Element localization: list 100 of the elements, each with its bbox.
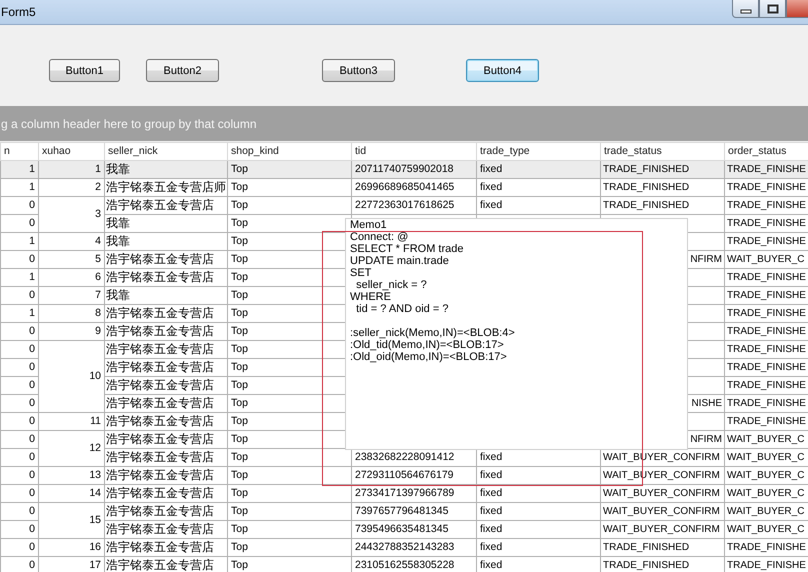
table-cell: 0: [0, 286, 38, 304]
table-cell: 11: [38, 412, 104, 430]
table-cell: 14: [38, 484, 104, 502]
table-cell: 浩宇铭泰五金专营店: [104, 250, 228, 268]
table-cell: 浩宇铭泰五金专营店师: [104, 178, 228, 196]
table-cell: 16: [38, 538, 104, 556]
table-cell: fixed: [476, 160, 600, 178]
column-header[interactable]: trade_status: [600, 142, 724, 160]
table-cell: fixed: [476, 466, 600, 484]
table-cell: 6: [38, 268, 104, 286]
table-cell: 20711740759902018: [352, 160, 476, 178]
table-cell: 7: [38, 286, 104, 304]
table-cell: Top: [228, 538, 352, 556]
table-cell: 浩宇铭泰五金专营店: [104, 358, 228, 376]
table-cell: 4: [38, 232, 104, 250]
table-cell: 浩宇铭泰五金专营店: [104, 304, 228, 322]
table-cell: 0: [0, 448, 38, 466]
table-cell: 22772363017618625: [352, 196, 476, 214]
window-title: Form5: [0, 5, 36, 19]
memo-line: :seller_nick(Memo,IN)=<BLOB:4>: [350, 327, 515, 339]
table-cell: 0: [0, 412, 38, 430]
table-cell: 9: [38, 322, 104, 340]
table-cell: 0: [0, 484, 38, 502]
table-cell: 27293110564676179: [352, 466, 476, 484]
table-cell: fixed: [476, 484, 600, 502]
table-cell: 我靠: [104, 232, 228, 250]
table-cell: 浩宇铭泰五金专营店: [104, 466, 228, 484]
column-header[interactable]: shop_kind: [228, 142, 352, 160]
table-cell: 1: [38, 160, 104, 178]
table-cell: 24432788352143283: [352, 538, 476, 556]
table-cell: Top: [228, 196, 352, 214]
table-cell: Top: [228, 466, 352, 484]
table-cell: 我靠: [104, 160, 228, 178]
column-header[interactable]: trade_type: [476, 142, 600, 160]
maximize-button[interactable]: [759, 0, 786, 18]
table-cell: TRADE_FINISHED: [600, 178, 724, 196]
table-cell: TRADE_FINISHED: [600, 160, 724, 178]
column-header[interactable]: n: [0, 142, 38, 160]
minimize-button[interactable]: [732, 0, 759, 18]
table-cell: Top: [228, 502, 352, 520]
column-header[interactable]: seller_nick: [104, 142, 228, 160]
table-cell: 0: [0, 250, 38, 268]
table-cell: TRADE_FINISHED: [600, 556, 724, 572]
table-cell: 5: [38, 250, 104, 268]
memo-line: UPDATE main.trade: [350, 255, 449, 267]
table-cell: WAIT_BUYER_CONFIRM: [600, 520, 724, 538]
table-cell: 0: [0, 502, 38, 520]
table-cell: Top: [228, 520, 352, 538]
memo-line: WHERE: [350, 291, 391, 303]
table-cell: 0: [0, 394, 38, 412]
table-cell: 浩宇铭泰五金专营店: [104, 340, 228, 358]
table-cell: 27334171397966789: [352, 484, 476, 502]
table-cell: TRADE_FINISHED: [600, 196, 724, 214]
column-header[interactable]: tid: [352, 142, 476, 160]
table-cell: 1: [0, 178, 38, 196]
button[interactable]: Button3: [322, 59, 395, 82]
table-cell: fixed: [476, 196, 600, 214]
table-cell: Top: [228, 160, 352, 178]
table-cell: 1: [0, 268, 38, 286]
table-cell: 0: [0, 376, 38, 394]
table-cell: 8: [38, 304, 104, 322]
memo-line: seller_nick = ?: [355, 279, 427, 291]
maximize-icon: [766, 4, 778, 14]
table-cell: 0: [0, 340, 38, 358]
table-cell: 12: [38, 430, 104, 466]
table-cell: fixed: [476, 502, 600, 520]
table-cell: fixed: [476, 520, 600, 538]
table-cell: 15: [38, 502, 104, 538]
button[interactable]: Button1: [49, 59, 120, 82]
button[interactable]: Button2: [146, 59, 219, 82]
table-cell: 0: [0, 322, 38, 340]
memo-line: tid = ? AND oid = ?: [355, 303, 448, 315]
table-cell: 13: [38, 466, 104, 484]
table-cell: TRADE_FINISHE: [724, 160, 808, 178]
button[interactable]: Button4: [466, 59, 539, 82]
table-cell: 0: [0, 538, 38, 556]
table-cell: Top: [228, 178, 352, 196]
memo-line: SET: [350, 267, 372, 279]
table-cell: TRADE_FINISHED: [600, 538, 724, 556]
table-cell: 浩宇铭泰五金专营店: [104, 484, 228, 502]
table-cell: 浩宇铭泰五金专营店: [104, 520, 228, 538]
table-cell: 0: [0, 556, 38, 572]
table-cell: Top: [228, 484, 352, 502]
table-cell: 浩宇铭泰五金专营店: [104, 430, 228, 448]
table-cell: 26996689685041465: [352, 178, 476, 196]
table-cell: 我靠: [104, 286, 228, 304]
memo-line: :Old_oid(Memo,IN)=<BLOB:17>: [350, 351, 507, 363]
table-cell: 3: [38, 196, 104, 232]
table-cell: 浩宇铭泰五金专营店: [104, 502, 228, 520]
table-cell: 浩宇铭泰五金专营店: [104, 394, 228, 412]
table-cell: 1: [0, 232, 38, 250]
memo-line: :Old_tid(Memo,IN)=<BLOB:17>: [350, 339, 504, 351]
group-hint: g a column header here to group by that column: [1, 116, 256, 130]
memo-line: SELECT * FROM trade: [350, 243, 464, 255]
table-cell: 7397657796481345: [352, 502, 476, 520]
table-cell: 0: [0, 358, 38, 376]
table-cell: 浩宇铭泰五金专营店: [104, 538, 228, 556]
table-cell: 2: [38, 178, 104, 196]
table-cell: 浩宇铭泰五金专营店: [104, 412, 228, 430]
memo-box[interactable]: Memo1 Connect: @ SELECT * FROM trade UPDATE main.trade SET seller_nick = ? WHERE tid = ? AND oid = ? :seller_nick(Memo,IN)=<BLOB:4> :Old_tid(Memo,IN)=<BLOB:17> :Old_oid(Memo,IN)=<BLOB:17>: [345, 218, 688, 450]
